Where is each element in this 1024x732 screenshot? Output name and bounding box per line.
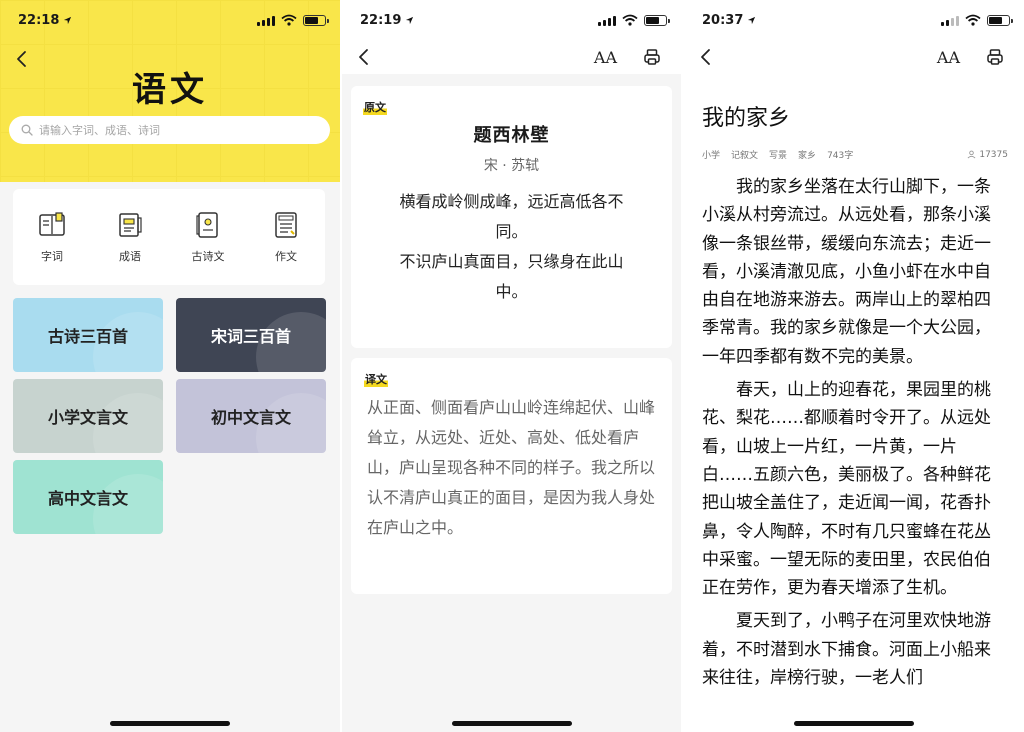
print-icon[interactable] [643,48,661,66]
essay-icon [275,212,297,238]
dictionary-icon [39,212,65,236]
card-label: 小学文言文 [47,408,128,427]
battery-icon [303,14,329,26]
poem-author: 宋 · 苏轼 [483,158,540,174]
user-icon [967,150,976,159]
view-count-group: 17375 [967,150,1008,160]
meta-tag: 小学 [702,151,721,161]
battery-icon [987,14,1013,26]
font-size-button[interactable]: AA [594,48,617,67]
back-icon[interactable] [354,47,374,67]
nav-bar: AA [684,40,1024,74]
cellular-signal-icon [257,15,275,26]
font-size-button[interactable]: AA [937,48,960,67]
tool-gushiwen[interactable]: 古诗文 [178,210,238,264]
essay-paragraph: 夏天到了，小鸭子在河里欢快地游着，不时潜到水下捕食。河面上小船来来往往，岸榜行驶… [702,611,991,689]
poem-line: 不识庐山真面目，只缘身在此山中。 [399,252,624,301]
card-label: 初中文言文 [210,408,291,427]
search-input[interactable] [39,123,319,137]
word-count: 743字 [827,151,854,161]
essay-meta: 小学 记叙文 写景 家乡 743字 17375 [702,148,1008,162]
chinese-home-screen: 语文 22:18 字词 成语 古诗文 作文 [0,0,340,732]
original-panel: 原文 题西林壁 宋 · 苏轼 横看成岭侧成峰，远近高低各不同。 不识庐山真面目，… [351,86,672,348]
meta-tag: 记叙文 [731,151,759,161]
status-bar: 22:18 [0,0,340,40]
essay-body: 我的家乡坐落在太行山脚下，一条小溪从村旁流过。从远处看，那条小溪像一条银丝带，缓… [702,173,998,697]
location-icon [406,16,414,24]
tool-zuowen[interactable]: 作文 [256,210,316,264]
status-time: 22:18 [18,12,60,28]
page-title: 语文 [132,70,208,110]
essay-paragraph: 我的家乡坐落在太行山脚下，一条小溪从村旁流过。从远处看，那条小溪像一条银丝带，缓… [702,177,991,367]
card-primary-classical[interactable]: 小学文言文 [13,379,163,453]
status-bar: 22:19 [342,0,681,40]
idiom-book-icon [119,213,142,237]
card-label: 古诗三百首 [47,327,128,346]
wifi-icon [965,14,981,26]
wifi-icon [622,14,638,26]
status-time-group: 22:19 [360,13,414,28]
status-time-group: 20:37 [702,13,756,28]
home-indicator [794,721,914,726]
poem-line: 横看成岭侧成峰，远近高低各不同。 [399,192,624,241]
status-time: 20:37 [702,12,744,28]
search-bar[interactable] [9,116,330,144]
meta-tag: 家乡 [798,151,817,161]
translation-tag: 译文 [364,371,388,387]
meta-tag: 写景 [769,151,788,161]
search-icon [21,124,33,136]
tool-chengyu[interactable]: 成语 [100,210,160,264]
status-time: 22:19 [360,12,402,28]
poem-detail-screen: 22:19 AA 原文 题西林壁 宋 · 苏轼 横看成岭侧成峰，远近高低各不同。… [342,0,681,732]
cellular-signal-icon [598,15,616,26]
essay-title: 我的家乡 [702,106,791,131]
card-label: 高中文言文 [47,489,128,508]
poem-body: 横看成岭侧成峰，远近高低各不同。 不识庐山真面目，只缘身在此山中。 [363,187,660,307]
classic-poem-icon [196,212,218,238]
location-icon [748,16,756,24]
battery-icon [644,14,670,26]
original-tag: 原文 [363,99,387,115]
card-songci-300[interactable]: 宋词三百首 [176,298,326,372]
card-label: 宋词三百首 [210,327,291,346]
translation-text: 从正面、侧面看庐山山岭连绵起伏、山峰耸立，从远处、近处、高处、低处看庐山，庐山呈… [367,398,656,537]
home-indicator [451,721,572,726]
poem-title: 题西林壁 [473,125,550,146]
view-count: 17375 [979,149,1008,160]
status-bar: 20:37 [684,0,1024,40]
nav-bar: AA [342,40,681,74]
status-time-group: 22:18 [18,13,72,28]
home-indicator [110,721,230,726]
tool-label: 作文 [275,250,297,263]
tool-label: 古诗文 [191,250,225,263]
tool-label: 成语 [119,250,141,263]
location-icon [64,16,72,24]
tool-shortcuts: 字词 成语 古诗文 作文 [13,189,325,285]
card-middle-classical[interactable]: 初中文言文 [176,379,326,453]
print-icon[interactable] [986,48,1004,66]
card-gushi-300[interactable]: 古诗三百首 [13,298,163,372]
essay-detail-screen: 20:37 AA 我的家乡 小学 记叙文 写景 家乡 743字 17375 我的… [684,0,1024,732]
tool-zici[interactable]: 字词 [22,210,82,264]
wifi-icon [281,14,297,26]
essay-paragraph: 春天，山上的迎春花，果园里的桃花、梨花……都顺着时令开了。从远处看，山坡上一片红… [702,380,991,599]
card-high-classical[interactable]: 高中文言文 [13,460,163,534]
cellular-signal-icon [941,15,959,26]
translation-panel: 译文 从正面、侧面看庐山山岭连绵起伏、山峰耸立，从远处、近处、高处、低处看庐山，… [351,358,672,594]
tool-label: 字词 [41,250,63,263]
back-icon[interactable] [696,47,716,67]
